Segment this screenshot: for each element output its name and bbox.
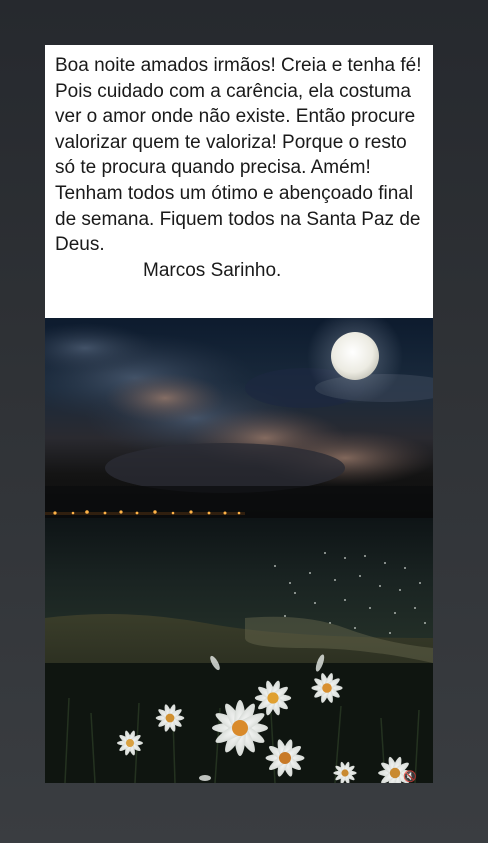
story-card[interactable]: Boa noite amados irmãos! Creia e tenha f… [45, 45, 433, 783]
text-panel: Boa noite amados irmãos! Creia e tenha f… [45, 45, 433, 318]
post-message: Boa noite amados irmãos! Creia e tenha f… [55, 55, 422, 256]
volume-mute-icon[interactable]: 🔇 [403, 771, 425, 783]
post-signature: Marcos Sarinho. [143, 259, 282, 281]
night-sea-photo [45, 318, 433, 783]
